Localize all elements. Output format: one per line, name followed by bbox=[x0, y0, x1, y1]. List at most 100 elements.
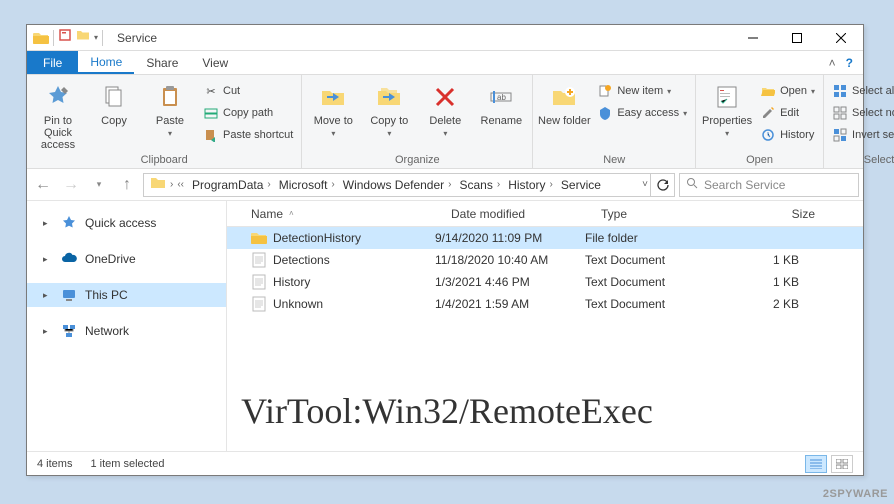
nav-this-pc[interactable]: ▸ This PC bbox=[27, 283, 226, 307]
expand-icon[interactable]: ▸ bbox=[43, 290, 48, 301]
pc-icon bbox=[61, 287, 77, 303]
paste-button[interactable]: Paste ▾ bbox=[143, 77, 197, 138]
select-none-button[interactable]: Select none bbox=[828, 103, 894, 123]
group-select-label: Select bbox=[828, 152, 894, 168]
cut-button[interactable]: ✂ Cut bbox=[199, 81, 297, 101]
tab-view[interactable]: View bbox=[190, 51, 240, 74]
breadcrumb-segment: Scans› bbox=[454, 178, 503, 192]
group-organize-label: Organize bbox=[306, 152, 528, 168]
breadcrumb-segment: Microsoft› bbox=[273, 178, 337, 192]
star-icon bbox=[61, 215, 77, 231]
select-all-button[interactable]: Select all bbox=[828, 81, 894, 101]
network-icon bbox=[61, 323, 77, 339]
window-title: Service bbox=[117, 31, 157, 45]
qat-dropdown-icon[interactable]: ▾ bbox=[94, 33, 98, 42]
pin-icon bbox=[42, 81, 74, 113]
table-row[interactable]: DetectionHistory9/14/2020 11:09 PMFile f… bbox=[227, 227, 863, 249]
up-button[interactable]: ↑ bbox=[115, 173, 139, 197]
new-item-button[interactable]: New item ▾ bbox=[593, 81, 691, 101]
copy-to-button[interactable]: Copy to ▾ bbox=[362, 77, 416, 138]
ribbon-tabs: File Home Share View ˄ ? bbox=[27, 51, 863, 75]
file-name: Detections bbox=[273, 253, 330, 267]
ribbon-collapse-icon[interactable]: ˄ bbox=[829, 56, 836, 70]
breadcrumb-segment: Service bbox=[555, 178, 603, 192]
open-button[interactable]: Open ▾ bbox=[756, 81, 819, 101]
expand-icon[interactable]: ▸ bbox=[43, 326, 48, 337]
move-to-button[interactable]: Move to ▾ bbox=[306, 77, 360, 138]
column-headers: Name ˄ Date modified Type Size bbox=[227, 201, 863, 227]
view-large-icons-button[interactable] bbox=[831, 455, 853, 473]
address-bar: ← → ▾ ↑ ›‹‹ ProgramData› Microsoft› Wind… bbox=[27, 169, 863, 201]
breadcrumb-dropdown-icon[interactable]: ˅ bbox=[636, 179, 650, 190]
nav-network[interactable]: ▸ Network bbox=[27, 319, 226, 343]
table-row[interactable]: Detections11/18/2020 10:40 AMText Docume… bbox=[227, 249, 863, 271]
close-button[interactable] bbox=[819, 25, 863, 51]
expand-icon[interactable]: ▸ bbox=[43, 254, 48, 265]
rename-icon: ab bbox=[485, 81, 517, 113]
file-type: Text Document bbox=[577, 297, 707, 311]
new-folder-icon bbox=[548, 81, 580, 113]
properties-button[interactable]: Properties ▾ bbox=[700, 77, 754, 138]
sort-indicator-icon: ˄ bbox=[289, 209, 294, 218]
file-list: Name ˄ Date modified Type Size Detection… bbox=[227, 201, 863, 451]
invert-selection-button[interactable]: Invert selection bbox=[828, 125, 894, 145]
refresh-button[interactable] bbox=[650, 173, 674, 197]
window-icon bbox=[33, 31, 49, 45]
table-row[interactable]: History1/3/2021 4:46 PMText Document1 KB bbox=[227, 271, 863, 293]
file-size: 2 KB bbox=[707, 297, 807, 311]
copy-button[interactable]: Copy bbox=[87, 77, 141, 127]
copy-path-button[interactable]: Copy path bbox=[199, 103, 297, 123]
group-clipboard-label: Clipboard bbox=[31, 152, 297, 168]
history-button[interactable]: History bbox=[756, 125, 819, 145]
back-button[interactable]: ← bbox=[31, 173, 55, 197]
edit-icon bbox=[760, 105, 776, 121]
search-input[interactable]: Search Service bbox=[679, 173, 859, 197]
qat-properties-icon[interactable] bbox=[58, 28, 72, 47]
copy-path-icon bbox=[203, 105, 219, 121]
file-icon bbox=[251, 252, 267, 268]
select-all-icon bbox=[832, 83, 848, 99]
breadcrumb-root-icon bbox=[150, 176, 166, 193]
minimize-button[interactable] bbox=[731, 25, 775, 51]
table-row[interactable]: Unknown1/4/2021 1:59 AMText Document2 KB bbox=[227, 293, 863, 315]
file-type: Text Document bbox=[577, 253, 707, 267]
help-icon[interactable]: ? bbox=[846, 56, 853, 70]
tab-home[interactable]: Home bbox=[78, 51, 134, 74]
paste-icon bbox=[154, 81, 186, 113]
column-name[interactable]: Name ˄ bbox=[243, 207, 443, 221]
edit-button[interactable]: Edit bbox=[756, 103, 819, 123]
copy-icon bbox=[98, 81, 130, 113]
file-type: Text Document bbox=[577, 275, 707, 289]
file-date: 1/4/2021 1:59 AM bbox=[427, 297, 577, 311]
qat-newfolder-icon[interactable] bbox=[76, 28, 90, 47]
open-icon bbox=[760, 83, 776, 99]
delete-button[interactable]: Delete ▾ bbox=[418, 77, 472, 138]
paste-shortcut-button[interactable]: Paste shortcut bbox=[199, 125, 297, 145]
nav-quick-access[interactable]: ▸ Quick access bbox=[27, 211, 226, 235]
cloud-icon bbox=[61, 251, 77, 267]
history-icon bbox=[760, 127, 776, 143]
forward-button[interactable]: → bbox=[59, 173, 83, 197]
column-date[interactable]: Date modified bbox=[443, 207, 593, 221]
expand-icon[interactable]: ▸ bbox=[43, 218, 48, 229]
new-folder-button[interactable]: New folder bbox=[537, 77, 591, 127]
group-open-label: Open bbox=[700, 152, 819, 168]
file-name: DetectionHistory bbox=[273, 231, 361, 245]
status-bar: 4 items 1 item selected bbox=[27, 451, 863, 475]
main-area: ▸ Quick access ▸ OneDrive ▸ This PC ▸ Ne… bbox=[27, 201, 863, 451]
column-size[interactable]: Size bbox=[723, 207, 823, 221]
file-type: File folder bbox=[577, 231, 707, 245]
breadcrumb[interactable]: ›‹‹ ProgramData› Microsoft› Windows Defe… bbox=[143, 173, 675, 197]
easy-access-button[interactable]: Easy access ▾ bbox=[593, 103, 691, 123]
pin-quick-access-button[interactable]: Pin to Quick access bbox=[31, 77, 85, 151]
column-type[interactable]: Type bbox=[593, 207, 723, 221]
rename-button[interactable]: ab Rename bbox=[474, 77, 528, 127]
file-name: History bbox=[273, 275, 310, 289]
tab-share[interactable]: Share bbox=[134, 51, 190, 74]
tab-file[interactable]: File bbox=[27, 51, 78, 74]
view-details-button[interactable] bbox=[805, 455, 827, 473]
nav-onedrive[interactable]: ▸ OneDrive bbox=[27, 247, 226, 271]
maximize-button[interactable] bbox=[775, 25, 819, 51]
recent-locations-button[interactable]: ▾ bbox=[87, 173, 111, 197]
scissors-icon: ✂ bbox=[203, 83, 219, 99]
